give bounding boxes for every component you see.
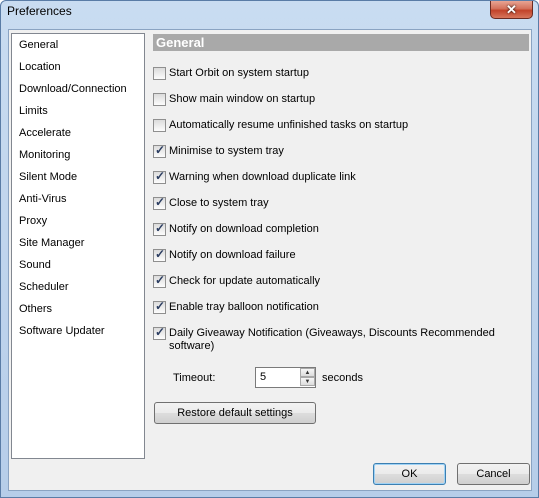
sidebar-item-download-connection[interactable]: Download/Connection: [12, 79, 144, 99]
dialog-body: General Location Download/Connection Lim…: [8, 29, 532, 491]
sidebar-item-proxy[interactable]: Proxy: [12, 211, 144, 231]
checkbox[interactable]: [153, 143, 166, 158]
sidebar-item-general[interactable]: General: [12, 35, 144, 55]
spin-up-arrow-icon[interactable]: ▲: [300, 368, 315, 377]
preferences-window: Preferences ✕ General Location Download/…: [0, 0, 539, 498]
category-list[interactable]: General Location Download/Connection Lim…: [11, 33, 145, 459]
spin-down-arrow-icon[interactable]: ▼: [300, 377, 315, 386]
checkbox[interactable]: [153, 299, 166, 314]
option-label: Notify on download completion: [169, 223, 319, 235]
checkbox[interactable]: [153, 273, 166, 288]
sidebar-item-sound[interactable]: Sound: [12, 255, 144, 275]
option-label: Daily Giveaway Notification (Giveaways, …: [169, 327, 495, 352]
option-label: Check for update automatically: [169, 275, 321, 287]
window-title: Preferences: [7, 4, 72, 18]
sidebar-item-site-manager[interactable]: Site Manager: [12, 233, 144, 253]
close-icon: ✕: [506, 2, 517, 17]
restore-defaults-button[interactable]: Restore default settings: [154, 402, 316, 424]
checkbox[interactable]: [153, 247, 166, 262]
sidebar-item-silent-mode[interactable]: Silent Mode: [12, 167, 144, 187]
panel-title: General: [153, 34, 529, 51]
option-label: Enable tray balloon notification: [169, 301, 319, 313]
checkbox[interactable]: [153, 195, 166, 210]
option-label: Minimise to system tray: [169, 145, 284, 157]
option-label: Warning when download duplicate link: [169, 171, 356, 183]
checkbox[interactable]: [153, 325, 166, 340]
ok-button[interactable]: OK: [373, 463, 446, 485]
sidebar-item-limits[interactable]: Limits: [12, 101, 144, 121]
close-button[interactable]: ✕: [490, 1, 533, 19]
cancel-button[interactable]: Cancel: [457, 463, 530, 485]
timeout-value[interactable]: 5: [260, 371, 266, 383]
option-label: Automatically resume unfinished tasks on…: [169, 119, 409, 131]
option-label: Start Orbit on system startup: [169, 67, 309, 79]
sidebar-item-others[interactable]: Others: [12, 299, 144, 319]
sidebar-item-location[interactable]: Location: [12, 57, 144, 77]
timeout-unit: seconds: [322, 372, 363, 384]
checkbox[interactable]: [153, 221, 166, 236]
timeout-stepper[interactable]: 5 ▲ ▼: [255, 367, 316, 388]
checkbox[interactable]: [153, 93, 166, 106]
option-label: Notify on download failure: [169, 249, 296, 261]
sidebar-item-scheduler[interactable]: Scheduler: [12, 277, 144, 297]
title-bar[interactable]: Preferences ✕: [1, 1, 538, 23]
checkbox[interactable]: [153, 119, 166, 132]
sidebar-item-software-updater[interactable]: Software Updater: [12, 321, 144, 341]
option-label: Close to system tray: [169, 197, 269, 209]
checkbox[interactable]: [153, 169, 166, 184]
sidebar-item-accelerate[interactable]: Accelerate: [12, 123, 144, 143]
option-label: Show main window on startup: [169, 93, 316, 105]
sidebar-item-monitoring[interactable]: Monitoring: [12, 145, 144, 165]
sidebar-item-anti-virus[interactable]: Anti-Virus: [12, 189, 144, 209]
checkbox[interactable]: [153, 67, 166, 80]
timeout-label: Timeout:: [173, 372, 216, 384]
